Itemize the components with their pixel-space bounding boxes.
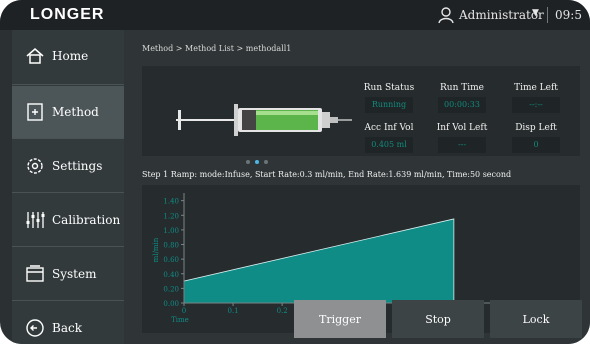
sidebar-divider	[12, 246, 124, 247]
calibration-icon	[26, 212, 45, 228]
carousel-dot-active[interactable]	[255, 160, 259, 164]
carousel-dot[interactable]	[246, 160, 250, 164]
y-tick-label: 0.80	[163, 242, 179, 250]
sidebar-divider	[12, 192, 124, 193]
time-left-value: --:--	[512, 97, 560, 113]
inf-vol-left-value: ---	[438, 137, 486, 153]
acc-inf-vol-value: 0.405 ml	[365, 137, 413, 153]
y-tick-label: 0.20	[163, 285, 179, 293]
sidebar-item-home[interactable]: Home	[12, 30, 124, 82]
clock-time: 09:5	[555, 8, 582, 22]
breadcrumb: Method > Method List > methodall1	[142, 44, 292, 53]
flow-rate-area	[183, 218, 455, 304]
run-status-label: Run Status	[363, 83, 415, 93]
top-bar: LONGER Administrator ▼ 09:5	[0, 0, 590, 30]
sidebar-item-system[interactable]: System	[12, 248, 124, 300]
time-left-label: Time Left	[514, 83, 558, 93]
main-panel: Method > Method List > methodall1 Run St…	[124, 30, 590, 344]
disp-left-label: Disp Left	[515, 123, 557, 133]
acc-inf-vol-label: Acc Inf Vol	[364, 123, 414, 133]
settings-icon	[27, 158, 43, 174]
y-tick-label: 0.60	[163, 256, 179, 264]
sidebar-item-back[interactable]: Back	[12, 302, 124, 344]
brand-logo: LONGER	[30, 6, 105, 23]
method-icon	[27, 103, 43, 121]
y-axis-label: ml/min	[152, 237, 160, 262]
user-icon[interactable]	[437, 6, 455, 24]
stop-button[interactable]: Stop	[392, 300, 484, 338]
sidebar-item-method[interactable]: Method	[12, 86, 124, 138]
trigger-button[interactable]: Trigger	[294, 300, 386, 338]
sidebar-item-label: Settings	[52, 159, 103, 173]
home-icon	[26, 48, 44, 64]
run-status-value: Running	[365, 97, 413, 113]
lock-button[interactable]: Lock	[490, 300, 582, 338]
action-bar: Trigger Stop Lock	[124, 300, 590, 344]
disp-left-value: 0	[512, 137, 560, 153]
y-tick-label: 1.20	[163, 212, 179, 220]
sidebar-item-calibration[interactable]: Calibration	[12, 194, 124, 246]
sidebar-divider	[12, 300, 124, 301]
sidebar-item-label: Calibration	[52, 213, 121, 227]
run-time-value: 00:00:33	[438, 97, 486, 113]
y-tick-label: 0.40	[163, 271, 179, 279]
y-tick-label: 1.00	[163, 227, 179, 235]
sidebar-item-settings[interactable]: Settings	[12, 140, 124, 192]
sidebar-item-label: Back	[52, 321, 82, 335]
sidebar: Home Method Settings Calibration System …	[12, 30, 124, 344]
sidebar-item-label: System	[52, 267, 97, 281]
system-icon	[26, 265, 44, 282]
back-icon	[26, 319, 44, 337]
step-description: Step 1 Ramp: mode:Infuse, Start Rate:0.3…	[142, 170, 512, 179]
sidebar-divider	[12, 84, 124, 85]
header-divider	[547, 7, 548, 23]
sidebar-item-label: Home	[52, 49, 89, 63]
device-screen: LONGER Administrator ▼ 09:5 Home Method	[0, 0, 590, 344]
chevron-down-icon[interactable]: ▼	[532, 8, 539, 18]
run-time-label: Run Time	[440, 83, 484, 93]
carousel-dot[interactable]	[264, 160, 268, 164]
sidebar-divider	[12, 138, 124, 139]
carousel-indicator[interactable]	[246, 149, 273, 168]
y-tick-label: 1.40	[163, 198, 179, 206]
syringe-icon	[176, 104, 352, 136]
sidebar-item-label: Method	[52, 105, 99, 119]
inf-vol-left-label: Inf Vol Left	[436, 123, 488, 133]
